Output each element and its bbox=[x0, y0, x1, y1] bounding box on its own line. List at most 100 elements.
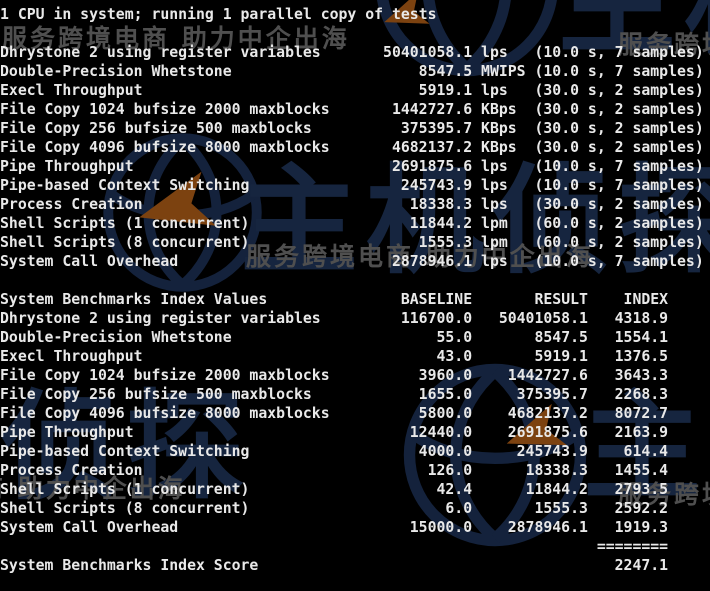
benchmark-unit: lps bbox=[481, 158, 508, 175]
benchmark-value: 375395.7 bbox=[400, 120, 473, 137]
benchmark-value: 18338.3 bbox=[409, 196, 473, 213]
benchmark-result-row: Pipe Throughput 2691875.6 lps (10.0 s, 7 sa… bbox=[0, 157, 710, 176]
baseline-value: 116700.0 bbox=[400, 310, 473, 327]
index-value: 2793.5 bbox=[614, 481, 669, 498]
benchmark-sample-info: (30.0 s, 2 samples) bbox=[534, 139, 704, 156]
benchmark-unit: lps bbox=[481, 196, 508, 213]
benchmark-result-row: Shell Scripts (8 concurrent) 1555.3 lpm (60… bbox=[0, 233, 710, 252]
benchmark-sample-info: (10.0 s, 7 samples) bbox=[534, 253, 704, 270]
baseline-value: 1655.0 bbox=[418, 386, 473, 403]
benchmark-unit: KBps bbox=[481, 101, 517, 118]
benchmark-name: Double-Precision Whetstone bbox=[0, 329, 232, 346]
benchmark-unit: KBps bbox=[481, 120, 517, 137]
benchmark-value: 8547.5 bbox=[418, 63, 473, 80]
benchmark-name: Dhrystone 2 using register variables bbox=[0, 310, 321, 327]
benchmark-unit: lps bbox=[481, 82, 508, 99]
index-value: 614.4 bbox=[623, 443, 669, 460]
benchmark-sample-info: (30.0 s, 2 samples) bbox=[534, 196, 704, 213]
index-table-row: System Call Overhead 15000.0 2878946.1 1919… bbox=[0, 518, 710, 537]
benchmark-name: Shell Scripts (1 concurrent) bbox=[0, 481, 250, 498]
result-value: 50401058.1 bbox=[498, 310, 588, 327]
benchmark-unit: lpm bbox=[481, 234, 508, 251]
score-value: 2247.1 bbox=[614, 557, 669, 574]
benchmark-name: Process Creation bbox=[0, 462, 143, 479]
index-table-row: File Copy 256 bufsize 500 maxblocks 1655.… bbox=[0, 385, 710, 404]
benchmark-name: Shell Scripts (8 concurrent) bbox=[0, 234, 250, 251]
benchmark-unit: KBps bbox=[481, 139, 517, 156]
benchmark-value: 1442727.6 bbox=[391, 101, 473, 118]
index-value: 2268.3 bbox=[614, 386, 669, 403]
benchmark-value: 2878946.1 bbox=[391, 253, 473, 270]
separator-line: ======== bbox=[0, 537, 710, 556]
result-value: 8547.5 bbox=[534, 329, 588, 346]
benchmark-result-row: File Copy 256 bufsize 500 maxblocks 37539… bbox=[0, 119, 710, 138]
baseline-value: 43.0 bbox=[436, 348, 473, 365]
benchmark-sample-info: (10.0 s, 7 samples) bbox=[534, 177, 704, 194]
header-line: 1 CPU in system; running 1 parallel copy… bbox=[0, 5, 710, 24]
index-value: 3643.3 bbox=[614, 367, 669, 384]
benchmark-name: File Copy 4096 bufsize 8000 maxblocks bbox=[0, 139, 330, 156]
result-value: 4682137.2 bbox=[507, 405, 588, 422]
baseline-value: 55.0 bbox=[436, 329, 473, 346]
benchmark-sample-info: (30.0 s, 2 samples) bbox=[534, 82, 704, 99]
baseline-value: 15000.0 bbox=[409, 519, 473, 536]
result-value: 1442727.6 bbox=[507, 367, 588, 384]
benchmark-name: File Copy 256 bufsize 500 maxblocks bbox=[0, 386, 312, 403]
benchmark-name: Pipe Throughput bbox=[0, 158, 134, 175]
index-table-title: System Benchmarks Index Values bbox=[0, 291, 268, 308]
benchmark-unit: MWIPS bbox=[481, 63, 526, 80]
index-table-row: File Copy 1024 bufsize 2000 maxblocks 396… bbox=[0, 366, 710, 385]
index-separator: ======== bbox=[596, 538, 669, 555]
result-value: 245743.9 bbox=[516, 443, 588, 460]
header-text: 1 CPU in system; running 1 parallel copy… bbox=[0, 6, 437, 23]
index-value: 1554.1 bbox=[614, 329, 669, 346]
index-table-row: Pipe Throughput 12440.0 2691875.6 2163.9 bbox=[0, 423, 710, 442]
benchmark-sample-info: (30.0 s, 2 samples) bbox=[534, 101, 704, 118]
benchmark-unit: lps bbox=[481, 44, 508, 61]
index-table-row: File Copy 4096 bufsize 8000 maxblocks 580… bbox=[0, 404, 710, 423]
benchmark-sample-info: (60.0 s, 2 samples) bbox=[534, 234, 704, 251]
result-value: 2691875.6 bbox=[507, 424, 588, 441]
benchmark-value: 5919.1 bbox=[418, 82, 473, 99]
benchmark-value: 2691875.6 bbox=[391, 158, 473, 175]
benchmark-unit: lps bbox=[481, 253, 508, 270]
index-table-row: Pipe-based Context Switching 4000.0 245743… bbox=[0, 442, 710, 461]
result-value: 18338.3 bbox=[525, 462, 588, 479]
baseline-value: 6.0 bbox=[445, 500, 473, 517]
benchmark-value: 245743.9 bbox=[400, 177, 473, 194]
benchmark-result-row: Double-Precision Whetstone 8547.5 MWIPS (10… bbox=[0, 62, 710, 81]
index-table-row: Shell Scripts (8 concurrent) 6.0 1555.3 259… bbox=[0, 499, 710, 518]
benchmark-name: File Copy 1024 bufsize 2000 maxblocks bbox=[0, 367, 330, 384]
benchmark-value: 4682137.2 bbox=[391, 139, 473, 156]
benchmark-result-row: File Copy 4096 bufsize 8000 maxblocks 468… bbox=[0, 138, 710, 157]
result-value: 375395.7 bbox=[516, 386, 588, 403]
benchmark-unit: lpm bbox=[481, 215, 508, 232]
result-value: 11844.2 bbox=[525, 481, 588, 498]
benchmark-sample-info: (60.0 s, 2 samples) bbox=[534, 215, 704, 232]
baseline-value: 42.4 bbox=[436, 481, 473, 498]
benchmark-unit: lps bbox=[481, 177, 508, 194]
baseline-value: 12440.0 bbox=[409, 424, 473, 441]
index-table-row: Execl Throughput 43.0 5919.1 1376.5 bbox=[0, 347, 710, 366]
benchmark-name: Process Creation bbox=[0, 196, 143, 213]
benchmark-result-row: Shell Scripts (1 concurrent) 11844.2 lpm (6… bbox=[0, 214, 710, 233]
index-table-row: Dhrystone 2 using register variables 1167… bbox=[0, 309, 710, 328]
terminal-window: 主机侦探 主机侦探 主机侦探 主机侦探 服务跨境电商 助力中企出海 服务跨境电商… bbox=[0, 0, 710, 591]
benchmark-name: Pipe-based Context Switching bbox=[0, 443, 250, 460]
index-value: 2163.9 bbox=[614, 424, 669, 441]
score-line: System Benchmarks Index Score 2247.1 bbox=[0, 556, 710, 575]
index-table-row: Double-Precision Whetstone 55.0 8547.5 1554… bbox=[0, 328, 710, 347]
benchmark-value: 50401058.1 bbox=[383, 44, 473, 61]
benchmark-result-row: Execl Throughput 5919.1 lps (30.0 s, 2 samp… bbox=[0, 81, 710, 100]
benchmark-result-row: Process Creation 18338.3 lps (30.0 s, 2 sam… bbox=[0, 195, 710, 214]
benchmark-value: 11844.2 bbox=[409, 215, 473, 232]
index-value: 2592.2 bbox=[614, 500, 669, 517]
benchmark-name: Execl Throughput bbox=[0, 348, 143, 365]
baseline-value: 5800.0 bbox=[418, 405, 473, 422]
benchmark-name: System Call Overhead bbox=[0, 519, 179, 536]
benchmark-name: System Call Overhead bbox=[0, 253, 179, 270]
index-value: 8072.7 bbox=[614, 405, 669, 422]
benchmark-name: Shell Scripts (8 concurrent) bbox=[0, 500, 250, 517]
